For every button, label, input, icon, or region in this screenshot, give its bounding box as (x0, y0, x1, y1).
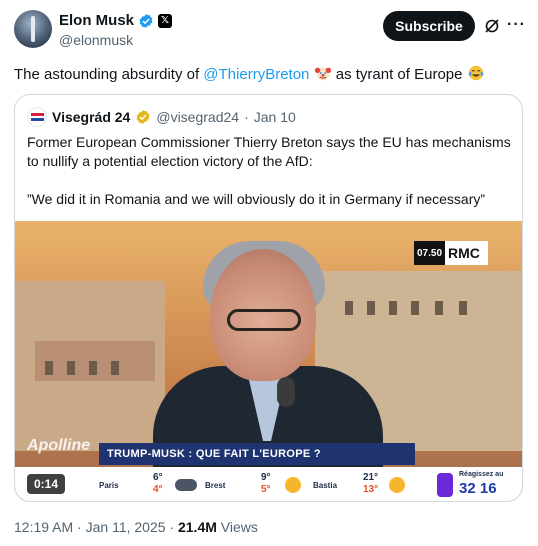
video-player[interactable]: 07.50 RMC Apolline TRUMP-MUSK : QUE FAIT… (15, 221, 522, 501)
footer-separator: · (169, 519, 175, 535)
quoted-paragraph: Former European Commissioner Thierry Bre… (27, 134, 511, 169)
microphone (277, 377, 295, 407)
weather-high: 6° (153, 472, 163, 483)
sun-icon (285, 477, 301, 493)
quoted-tweet-header: Visegrád 24 @visegrad24 · Jan 10 (27, 107, 296, 127)
tweet-text-start: The astounding absurdity of (14, 66, 204, 83)
verified-badge-icon (139, 13, 153, 28)
quoted-avatar[interactable] (27, 107, 47, 127)
post-date[interactable]: Jan 11, 2025 (86, 519, 166, 535)
tears-of-joy-icon (468, 65, 483, 81)
x-badge-icon: 𝕏 (158, 13, 173, 28)
quoted-quote-paragraph: ”We did it in Romania and we will obviou… (27, 191, 486, 207)
sun-icon (389, 477, 405, 493)
weather-high: 21° (363, 472, 379, 483)
quoted-tweet[interactable]: Visegrád 24 @visegrad24 · Jan 10 Former … (14, 94, 523, 502)
channel-clock: 07.50 (414, 241, 446, 265)
views-label: Views (220, 519, 258, 535)
views-count: 21.4M (177, 519, 217, 535)
quoted-author-handle[interactable]: @visegrad24 (156, 109, 239, 125)
quoted-author-name[interactable]: Visegrád 24 (52, 109, 130, 125)
footer-separator: · (77, 519, 82, 535)
tweet-header: Elon Musk 𝕏 @elonmusk Subscribe ··· (14, 10, 526, 50)
subscribe-button[interactable]: Subscribe (383, 11, 475, 41)
promo-number: 32 16 (459, 480, 497, 497)
phone-icon (437, 473, 453, 497)
promo-label: Réagissez au (459, 471, 504, 478)
channel-logo: 07.50 RMC (414, 241, 488, 265)
channel-name: RMC (448, 245, 480, 261)
author-name-row: Elon Musk 𝕏 (59, 12, 173, 29)
gold-verified-badge-icon (136, 110, 150, 124)
speaker-glasses (227, 309, 301, 331)
author-handle[interactable]: @elonmusk (59, 32, 133, 48)
clown-face-icon (314, 67, 331, 81)
video-duration: 0:14 (27, 474, 65, 494)
grok-icon[interactable] (484, 18, 500, 34)
tweet-footer: 12:19 AM · Jan 11, 2025 · 21.4M Views (14, 519, 258, 535)
meta-separator: · (244, 109, 249, 125)
weather-city: Bastia (313, 481, 338, 490)
author-display-name[interactable]: Elon Musk (59, 12, 134, 29)
avatar[interactable] (14, 10, 52, 48)
weather-high: 9° (261, 472, 271, 483)
cloud-icon (175, 479, 197, 491)
post-time[interactable]: 12:19 AM (14, 519, 73, 535)
weather-city: Paris (99, 481, 119, 490)
weather-low: 4° (153, 484, 163, 495)
mention-link[interactable]: @ThierryBreton (203, 66, 309, 83)
tweet-text: The astounding absurdity of @ThierryBret… (14, 64, 524, 85)
tweet-text-end: as tyrant of Europe (331, 66, 467, 83)
show-tag: Apolline (27, 437, 91, 454)
quoted-date[interactable]: Jan 10 (254, 109, 296, 125)
call-in-promo: Réagissez au 32 16 (417, 469, 517, 501)
quoted-tweet-body: Former European Commissioner Thierry Bre… (27, 133, 512, 228)
weather-low: 5° (261, 484, 271, 495)
more-options-icon[interactable]: ··· (507, 16, 526, 34)
weather-city: Brest (205, 481, 226, 490)
weather-low: 13° (363, 484, 379, 495)
news-headline-banner: TRUMP-MUSK : QUE FAIT L'EUROPE ? (99, 443, 415, 465)
